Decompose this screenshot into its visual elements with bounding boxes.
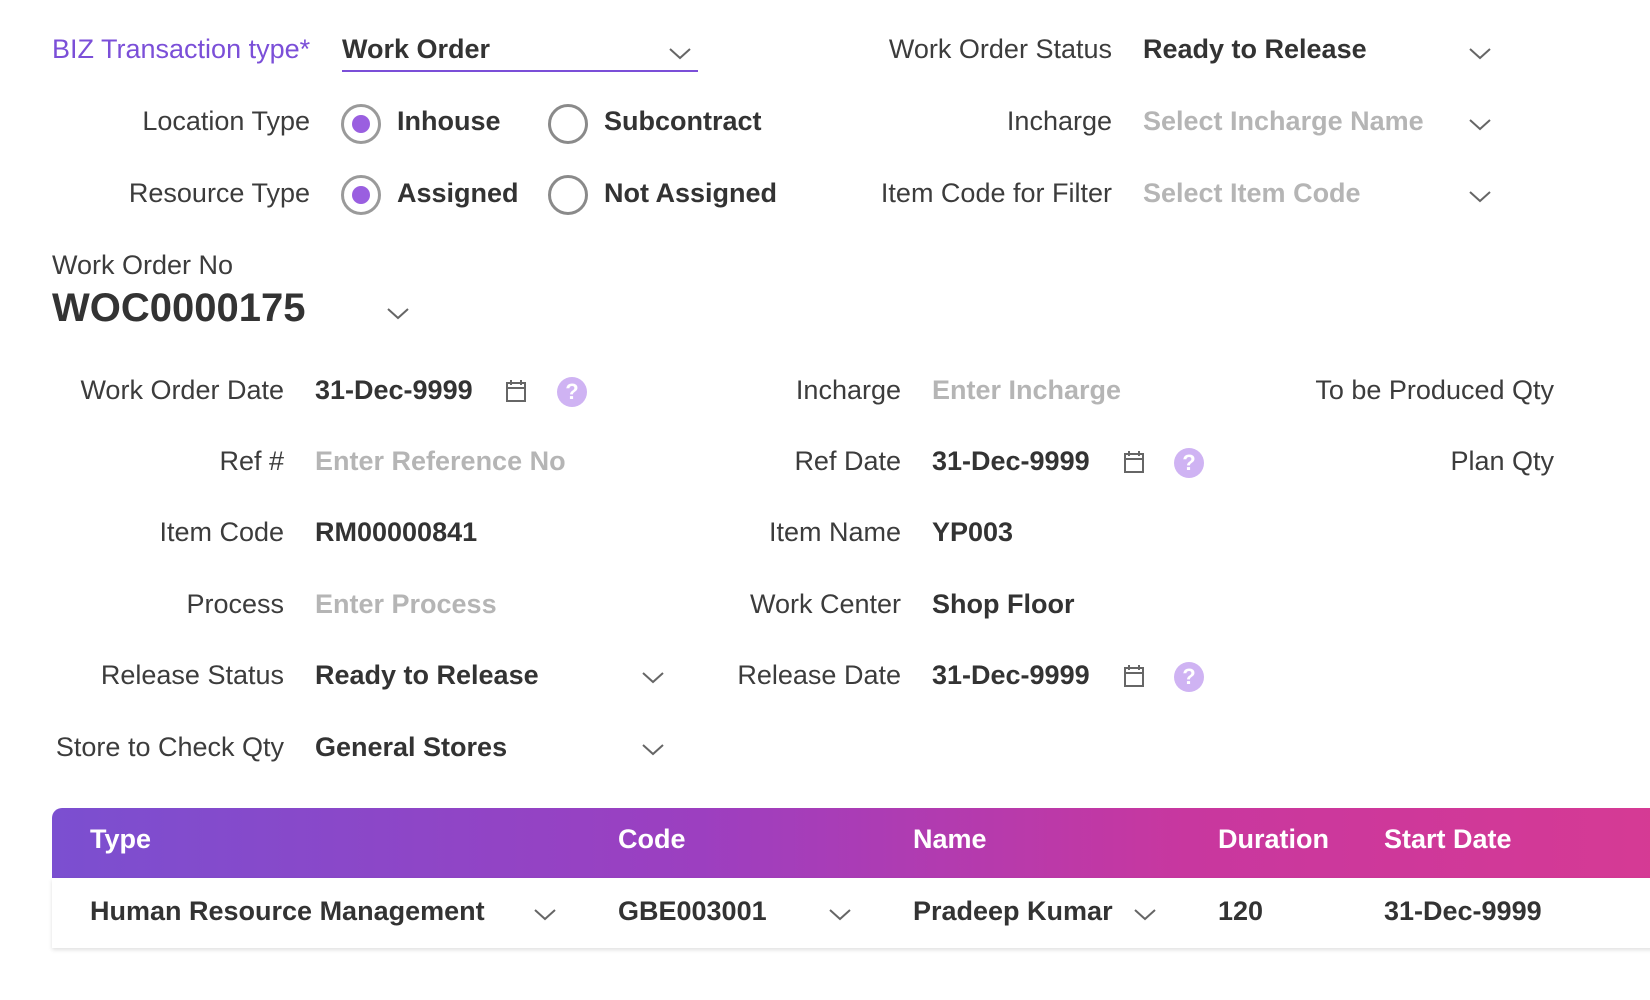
- column-header-start-date[interactable]: Start Date: [1384, 824, 1512, 855]
- ref-no-input[interactable]: Enter Reference No: [315, 446, 566, 477]
- radio-not-assigned[interactable]: [548, 175, 588, 215]
- column-header-duration[interactable]: Duration: [1218, 824, 1329, 855]
- radio-assigned[interactable]: [341, 175, 381, 215]
- chevron-down-icon[interactable]: [640, 668, 666, 686]
- row-start-date[interactable]: 31-Dec-9999: [1384, 896, 1542, 927]
- ref-date-input[interactable]: 31-Dec-9999: [932, 446, 1090, 477]
- work-order-no-label: Work Order No: [52, 250, 234, 280]
- chevron-down-icon[interactable]: [1467, 115, 1493, 133]
- radio-subcontract[interactable]: [548, 104, 588, 144]
- biz-transaction-type-select[interactable]: Work Order: [342, 34, 490, 65]
- release-status-select[interactable]: Ready to Release: [315, 660, 539, 691]
- radio-assigned-label[interactable]: Assigned: [397, 178, 519, 209]
- item-code-filter-label: Item Code for Filter: [880, 178, 1112, 208]
- item-name-label: Item Name: [768, 517, 901, 547]
- work-order-status-select[interactable]: Ready to Release: [1143, 34, 1367, 65]
- work-order-date-input[interactable]: 31-Dec-9999: [315, 375, 473, 406]
- column-header-type[interactable]: Type: [90, 824, 151, 855]
- work-center-value: Shop Floor: [932, 589, 1075, 619]
- process-input[interactable]: Enter Process: [315, 589, 497, 620]
- radio-inhouse-label[interactable]: Inhouse: [397, 106, 501, 137]
- incharge-label: Incharge: [795, 375, 901, 405]
- work-order-no-select[interactable]: WOC0000175: [52, 286, 305, 331]
- row-code-select[interactable]: GBE003001: [618, 896, 767, 927]
- radio-inhouse[interactable]: [341, 104, 381, 144]
- help-icon[interactable]: ?: [1174, 662, 1204, 692]
- ref-date-label: Ref Date: [794, 446, 901, 476]
- help-icon[interactable]: ?: [1174, 448, 1204, 478]
- column-header-code[interactable]: Code: [618, 824, 686, 855]
- column-header-name[interactable]: Name: [913, 824, 987, 855]
- calendar-icon[interactable]: [1123, 450, 1145, 474]
- work-order-date-label: Work Order Date: [80, 375, 284, 405]
- resource-type-label: Resource Type: [128, 178, 310, 208]
- chevron-down-icon[interactable]: [385, 304, 411, 322]
- chevron-down-icon[interactable]: [827, 905, 853, 923]
- release-date-input[interactable]: 31-Dec-9999: [932, 660, 1090, 691]
- radio-not-assigned-label[interactable]: Not Assigned: [604, 178, 777, 209]
- release-date-label: Release Date: [737, 660, 901, 690]
- plan-qty-label: Plan Qty: [1450, 446, 1554, 476]
- work-order-status-label: Work Order Status: [888, 34, 1112, 64]
- chevron-down-icon[interactable]: [640, 740, 666, 758]
- store-to-check-qty-label: Store to Check Qty: [55, 732, 284, 762]
- radio-subcontract-label[interactable]: Subcontract: [604, 106, 762, 137]
- incharge-filter-label: Incharge: [1006, 106, 1112, 136]
- release-status-label: Release Status: [100, 660, 284, 690]
- chevron-down-icon[interactable]: [667, 44, 693, 62]
- chevron-down-icon[interactable]: [1467, 44, 1493, 62]
- item-code-label: Item Code: [159, 517, 284, 547]
- ref-no-label: Ref #: [219, 446, 284, 476]
- row-type-select[interactable]: Human Resource Management: [90, 896, 485, 927]
- incharge-filter-select[interactable]: Select Incharge Name: [1143, 106, 1424, 137]
- to-be-produced-qty-label: To be Produced Qty: [1315, 375, 1554, 405]
- biz-transaction-type-label: BIZ Transaction type*: [52, 34, 311, 64]
- chevron-down-icon[interactable]: [532, 905, 558, 923]
- incharge-input[interactable]: Enter Incharge: [932, 375, 1121, 406]
- item-name-value: YP003: [932, 517, 1014, 547]
- work-center-label: Work Center: [749, 589, 901, 619]
- store-to-check-qty-select[interactable]: General Stores: [315, 732, 507, 763]
- chevron-down-icon[interactable]: [1132, 905, 1158, 923]
- item-code-value: RM00000841: [315, 517, 478, 547]
- item-code-filter-select[interactable]: Select Item Code: [1143, 178, 1361, 209]
- row-duration[interactable]: 120: [1218, 896, 1263, 927]
- help-icon[interactable]: ?: [557, 377, 587, 407]
- biz-transaction-type-underline: [342, 70, 698, 72]
- chevron-down-icon[interactable]: [1467, 187, 1493, 205]
- row-name-select[interactable]: Pradeep Kumar: [913, 896, 1113, 927]
- calendar-icon[interactable]: [1123, 664, 1145, 688]
- process-label: Process: [186, 589, 284, 619]
- location-type-label: Location Type: [142, 106, 310, 136]
- calendar-icon[interactable]: [505, 379, 527, 403]
